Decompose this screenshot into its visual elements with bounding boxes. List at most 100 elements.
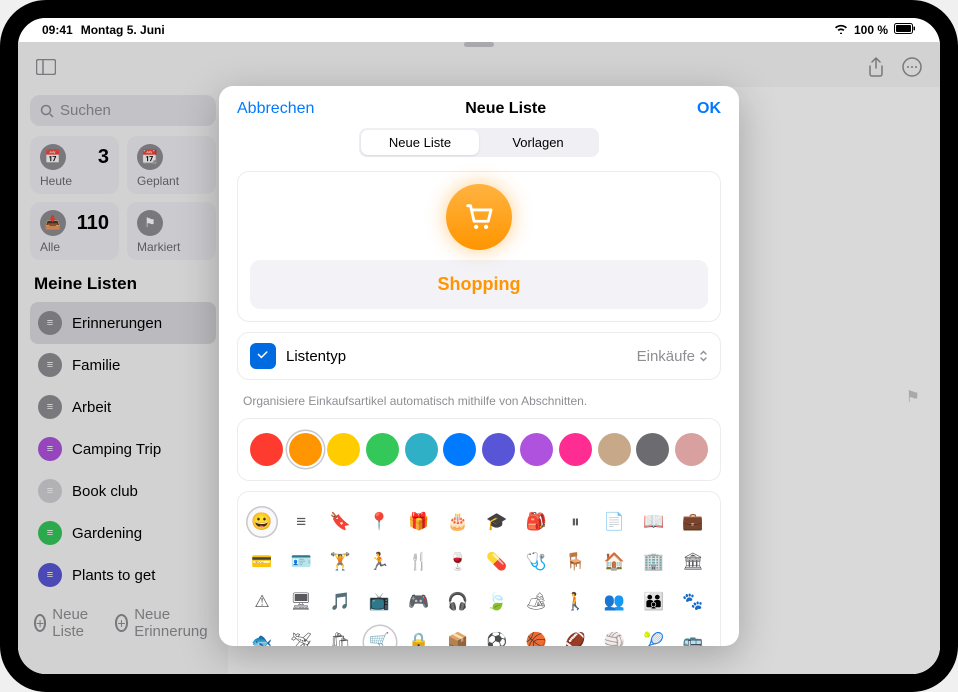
icon-option[interactable]: 🏛	[677, 546, 709, 578]
search-input[interactable]: Suchen	[30, 95, 216, 126]
icon-option[interactable]: 🔒	[403, 626, 435, 646]
name-icon-card: Shopping	[237, 171, 721, 322]
search-icon	[40, 104, 54, 118]
icon-option[interactable]: 💊	[481, 546, 513, 578]
sidebar-item-arbeit[interactable]: ≡Arbeit	[30, 386, 216, 428]
battery-text: 100 %	[854, 23, 888, 37]
list-name-input[interactable]: Shopping	[250, 260, 708, 309]
icon-option[interactable]: 🚌	[677, 626, 709, 646]
icon-option[interactable]: 🚶	[559, 586, 591, 618]
icon-option[interactable]: 🎒	[520, 506, 552, 538]
color-picker	[237, 418, 721, 481]
list-type-hint: Organisiere Einkaufsartikel automatisch …	[237, 390, 721, 408]
icon-option[interactable]: 🏋	[324, 546, 356, 578]
icon-option[interactable]: 📖	[638, 506, 670, 538]
color-swatch[interactable]	[366, 433, 399, 466]
icon-option[interactable]: 🏢	[638, 546, 670, 578]
icon-option[interactable]: 🍷	[442, 546, 474, 578]
sidebar-toggle-icon[interactable]	[34, 55, 58, 79]
icon-picker: 😀≡🔖📍🎁🎂🎓🎒⏸📄📖💼 💳🪪🏋🏃🍴🍷💊🩺🪑🏠🏢🏛 ⚠🖥🎵📺🎮🎧🍃🏕🚶👥👪🐾 🐟 🛩 🛍 🛒…	[237, 491, 721, 646]
more-icon[interactable]	[900, 55, 924, 79]
icon-option[interactable]: 🎾	[638, 626, 670, 646]
color-swatch[interactable]	[482, 433, 515, 466]
icon-option[interactable]: 🎂	[442, 506, 474, 538]
icon-option[interactable]: 🛍	[324, 626, 356, 646]
icon-option[interactable]: 🩺	[520, 546, 552, 578]
icon-option[interactable]: 🪑	[559, 546, 591, 578]
icon-option[interactable]: ⏸	[559, 506, 591, 538]
icon-option[interactable]: 🎓	[481, 506, 513, 538]
color-swatch[interactable]	[520, 433, 553, 466]
icon-option[interactable]: 🎮	[403, 586, 435, 618]
icon-option[interactable]: 📺	[364, 586, 396, 618]
wifi-icon	[834, 23, 848, 37]
icon-option[interactable]: 📍	[364, 506, 396, 538]
icon-option[interactable]: 🎧	[442, 586, 474, 618]
smartlist-heute[interactable]: 📅3Heute	[30, 136, 119, 194]
new-list-button[interactable]: +Neue Liste	[34, 606, 95, 640]
color-swatch[interactable]	[559, 433, 592, 466]
icon-option[interactable]: ⚽	[481, 626, 513, 646]
icon-option[interactable]: 🎁	[403, 506, 435, 538]
icon-option[interactable]: 🐟	[246, 626, 278, 646]
color-swatch[interactable]	[250, 433, 283, 466]
battery-icon	[894, 23, 916, 37]
color-swatch[interactable]	[443, 433, 476, 466]
icon-option[interactable]: 📦	[442, 626, 474, 646]
icon-option[interactable]: ⚠	[246, 586, 278, 618]
color-swatch[interactable]	[636, 433, 669, 466]
smartlist-geplant[interactable]: 📆Geplant	[127, 136, 216, 194]
icon-option[interactable]: 🍴	[403, 546, 435, 578]
sidebar-item-book-club[interactable]: ≡Book club	[30, 470, 216, 512]
icon-option[interactable]: 📄	[599, 506, 631, 538]
sidebar-item-camping-trip[interactable]: ≡Camping Trip	[30, 428, 216, 470]
icon-option[interactable]: 🏃	[364, 546, 396, 578]
icon-option[interactable]: 🏐	[599, 626, 631, 646]
updown-icon	[699, 349, 708, 363]
smartlist-markiert[interactable]: ⚑Markiert	[127, 202, 216, 260]
color-swatch[interactable]	[598, 433, 631, 466]
new-reminder-button[interactable]: +Neue Erinnerung	[115, 606, 212, 640]
icon-option[interactable]: 🏈	[559, 626, 591, 646]
tab-templates[interactable]: Vorlagen	[479, 130, 597, 155]
icon-option[interactable]: 🛩	[285, 626, 317, 646]
share-icon[interactable]	[864, 55, 888, 79]
sidebar-item-erinnerungen[interactable]: ≡Erinnerungen	[30, 302, 216, 344]
icon-option[interactable]: 🍃	[481, 586, 513, 618]
sidebar-item-gardening[interactable]: ≡Gardening	[30, 512, 216, 554]
app-toolbar	[18, 47, 940, 87]
icon-option[interactable]: 🪪	[285, 546, 317, 578]
icon-option[interactable]: ≡	[285, 506, 317, 538]
sidebar-item-familie[interactable]: ≡Familie	[30, 344, 216, 386]
search-placeholder: Suchen	[60, 102, 111, 119]
icon-option[interactable]: 🏕	[520, 586, 552, 618]
list-type-icon	[250, 343, 276, 369]
icon-option[interactable]: 🛒	[364, 626, 396, 646]
color-swatch[interactable]	[327, 433, 360, 466]
icon-option[interactable]: 🏀	[520, 626, 552, 646]
icon-option[interactable]: 🎵	[324, 586, 356, 618]
icon-option[interactable]: 👥	[599, 586, 631, 618]
list-type-value[interactable]: Einkäufe	[637, 348, 708, 365]
flag-icon[interactable]: ⚑	[906, 387, 920, 407]
cancel-button[interactable]: Abbrechen	[237, 100, 314, 118]
icon-option[interactable]: 👪	[638, 586, 670, 618]
icon-option[interactable]: 😀	[246, 506, 278, 538]
tab-new-list[interactable]: Neue Liste	[361, 130, 479, 155]
icon-option[interactable]: 🐾	[677, 586, 709, 618]
color-swatch[interactable]	[405, 433, 438, 466]
sidebar-section-title: Meine Listen	[34, 274, 212, 294]
icon-option[interactable]: 🏠	[599, 546, 631, 578]
icon-option[interactable]: 💼	[677, 506, 709, 538]
ok-button[interactable]: OK	[697, 100, 721, 118]
smartlist-alle[interactable]: 📥110Alle	[30, 202, 119, 260]
color-swatch[interactable]	[289, 433, 322, 466]
sidebar-item-plants-to-get[interactable]: ≡Plants to get	[30, 554, 216, 596]
list-type-label: Listentyp	[286, 348, 627, 365]
icon-option[interactable]: 💳	[246, 546, 278, 578]
icon-option[interactable]: 🔖	[324, 506, 356, 538]
list-type-card[interactable]: Listentyp Einkäufe	[237, 332, 721, 380]
color-swatch[interactable]	[675, 433, 708, 466]
segmented-control[interactable]: Neue Liste Vorlagen	[359, 128, 599, 157]
icon-option[interactable]: 🖥	[285, 586, 317, 618]
